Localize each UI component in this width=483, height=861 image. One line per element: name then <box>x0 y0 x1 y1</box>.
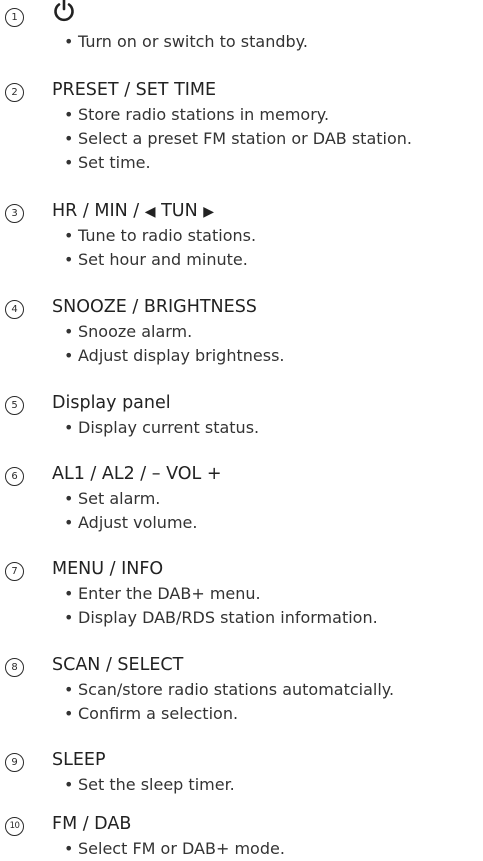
item-number: 8 <box>5 658 24 677</box>
item-bullets: Enter the DAB+ menu. Display DAB/RDS sta… <box>64 582 378 630</box>
item-bullets: Turn on or switch to standby. <box>64 30 308 54</box>
item-title: SNOOZE / BRIGHTNESS <box>52 297 257 317</box>
item-number: 9 <box>5 753 24 772</box>
item-number: 2 <box>5 83 24 102</box>
bullet: Select a preset FM station or DAB statio… <box>64 127 412 151</box>
item-title: SCAN / SELECT <box>52 655 184 675</box>
power-icon <box>54 0 74 22</box>
item-title: MENU / INFO <box>52 559 164 579</box>
bullet: Select FM or DAB+ mode. <box>64 837 285 861</box>
bullet: Enter the DAB+ menu. <box>64 582 378 606</box>
bullet: Display DAB/RDS station information. <box>64 606 378 630</box>
item-number: 10 <box>5 817 24 836</box>
item-number: 6 <box>5 467 24 486</box>
bullet: Set time. <box>64 151 412 175</box>
bullet: Set hour and minute. <box>64 248 256 272</box>
title-part: HR / MIN / <box>52 201 145 221</box>
bullet: Tune to radio stations. <box>64 224 256 248</box>
bullet: Scan/store radio stations automatcially. <box>64 678 394 702</box>
bullet: Store radio stations in memory. <box>64 103 412 127</box>
bullet: Adjust volume. <box>64 511 197 535</box>
left-triangle-icon: ◀ <box>144 204 156 220</box>
item-title: Display panel <box>52 393 171 413</box>
item-number: 3 <box>5 204 24 223</box>
item-bullets: Tune to radio stations. Set hour and min… <box>64 224 256 272</box>
bullet: Snooze alarm. <box>64 320 285 344</box>
title-part: TUN <box>161 201 198 221</box>
item-bullets: Snooze alarm. Adjust display brightness. <box>64 320 285 368</box>
item-number: 7 <box>5 562 24 581</box>
item-title: PRESET / SET TIME <box>52 80 217 100</box>
item-bullets: Display current status. <box>64 416 259 440</box>
item-bullets: Set alarm. Adjust volume. <box>64 487 197 535</box>
item-bullets: Set the sleep timer. <box>64 773 235 797</box>
bullet: Set the sleep timer. <box>64 773 235 797</box>
bullet: Display current status. <box>64 416 259 440</box>
item-number: 5 <box>5 396 24 415</box>
item-bullets: Scan/store radio stations automatcially.… <box>64 678 394 726</box>
bullet: Set alarm. <box>64 487 197 511</box>
item-title: SLEEP <box>52 750 106 770</box>
bullet: Turn on or switch to standby. <box>64 30 308 54</box>
item-title: FM / DAB <box>52 814 132 834</box>
item-bullets: Select FM or DAB+ mode. <box>64 837 285 861</box>
bullet: Confirm a selection. <box>64 702 394 726</box>
item-title: HR / MIN / ◀ TUN ▶ <box>52 201 214 221</box>
right-triangle-icon: ▶ <box>203 204 215 220</box>
item-bullets: Store radio stations in memory. Select a… <box>64 103 412 175</box>
bullet: Adjust display brightness. <box>64 344 285 368</box>
item-number: 4 <box>5 300 24 319</box>
item-title: AL1 / AL2 / – VOL + <box>52 464 222 484</box>
item-number: 1 <box>5 8 24 27</box>
